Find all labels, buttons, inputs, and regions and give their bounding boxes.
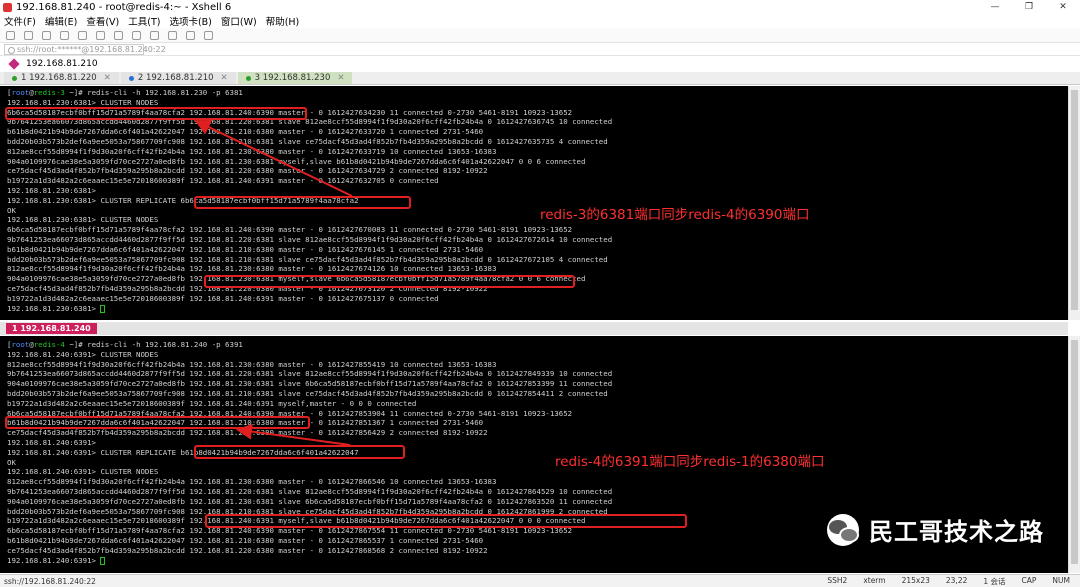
- status-connection: ssh://192.168.81.240:22: [4, 576, 96, 586]
- watermark-text: 民工哥技术之路: [869, 518, 1044, 546]
- annotation-top: redis-3的6381端口同步redis-4的6390端口: [540, 207, 810, 223]
- status-cursor-pos: 23,22: [945, 575, 968, 585]
- status-bar: ssh://192.168.81.240:22 SSH2 xterm 215x2…: [0, 574, 1080, 587]
- status-caps: CAP: [1021, 575, 1037, 585]
- status-protocol: SSH2: [827, 575, 848, 585]
- status-session-count: 1 会话: [983, 576, 1006, 586]
- wechat-logo-icon: [827, 513, 859, 546]
- arrow-top: [194, 119, 353, 197]
- arrow-bottom: [236, 423, 351, 446]
- watermark: 民工哥技术之路: [827, 512, 1044, 547]
- status-terminal-type: xterm: [863, 575, 886, 585]
- annotation-bottom: redis-4的6391端口同步redis-1的6380端口: [555, 454, 825, 470]
- annotation-arrows: [194, 119, 353, 446]
- status-num: NUM: [1052, 575, 1070, 585]
- status-size: 215x23: [901, 575, 930, 585]
